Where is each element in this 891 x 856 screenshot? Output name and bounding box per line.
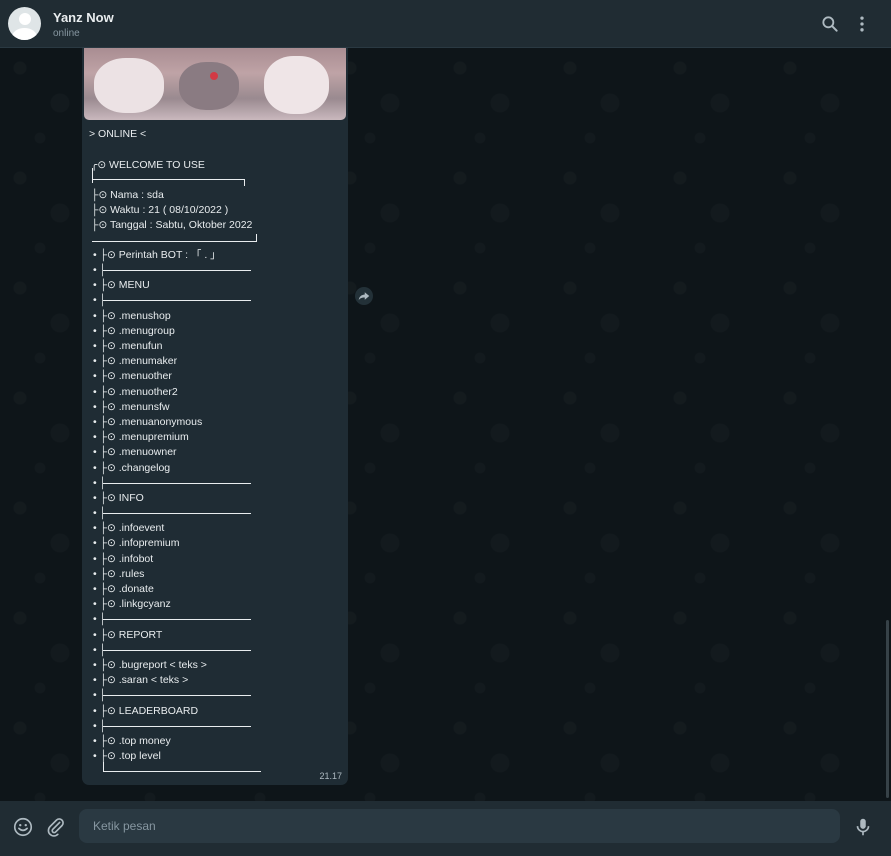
image-shape xyxy=(264,56,329,114)
compose-bar xyxy=(0,801,891,856)
list-item: • ├⊙ .menufun xyxy=(93,340,163,352)
avatar-body xyxy=(12,28,37,40)
list-item: • ├⊙ MENU xyxy=(93,279,150,291)
image-shape xyxy=(94,58,164,113)
message-image[interactable] xyxy=(84,48,346,120)
list-item: • ├⊙ .menuother xyxy=(93,370,172,382)
message-input[interactable] xyxy=(79,809,840,843)
list-item: • ├⊙ .infobot xyxy=(93,553,154,565)
divider xyxy=(92,168,93,183)
divider xyxy=(244,179,245,186)
list-item: • ├⊙ INFO xyxy=(93,492,144,504)
info-line: ├⊙ Tanggal : Sabtu, Oktober 2022 xyxy=(91,219,253,231)
image-shape xyxy=(210,72,218,80)
chat-background[interactable]: > ONLINE < ╭⊙ WELCOME TO USE ├⊙ Nama : s… xyxy=(0,48,891,801)
list-item: • ├⊙ .linkgcyanz xyxy=(93,598,171,610)
divider xyxy=(103,650,251,651)
emoji-icon[interactable] xyxy=(12,816,34,838)
more-vertical-icon[interactable] xyxy=(852,14,872,34)
list-item: • ├⊙ .menuowner xyxy=(93,446,177,458)
info-line: ├⊙ Nama : sda xyxy=(91,189,164,201)
contact-name[interactable]: Yanz Now xyxy=(53,10,114,25)
microphone-icon[interactable] xyxy=(852,815,874,839)
divider xyxy=(103,300,251,301)
list-item: • ├⊙ LEADERBOARD xyxy=(93,705,199,717)
image-shape xyxy=(179,62,239,110)
chat-header: Yanz Now online xyxy=(0,0,891,48)
message-bubble[interactable]: > ONLINE < ╭⊙ WELCOME TO USE ├⊙ Nama : s… xyxy=(82,48,348,785)
divider xyxy=(92,241,257,242)
contact-status: online xyxy=(53,28,80,39)
list-item: • ├⊙ .changelog xyxy=(93,462,171,474)
list-item: • ├⊙ .menumaker xyxy=(93,355,178,367)
divider xyxy=(103,619,251,620)
avatar-head xyxy=(19,13,31,25)
list-item: • ├⊙ .menupremium xyxy=(93,431,189,443)
divider xyxy=(103,771,261,772)
forward-icon xyxy=(358,292,370,301)
avatar[interactable] xyxy=(8,7,41,40)
scrollbar[interactable] xyxy=(886,620,889,798)
divider xyxy=(103,726,251,727)
list-item: • ├⊙ .menugroup xyxy=(93,325,175,337)
list-item: • ├⊙ .menuanonymous xyxy=(93,416,203,428)
divider xyxy=(103,513,251,514)
list-item: • ├⊙ Perintah BOT : 「 . 」 xyxy=(93,249,221,261)
list-item: • ├⊙ .donate xyxy=(93,583,154,595)
list-item: • ├⊙ REPORT xyxy=(93,629,163,641)
message-time: 21.17 xyxy=(319,771,342,781)
divider xyxy=(103,483,251,484)
welcome-line: ╭⊙ WELCOME TO USE xyxy=(91,159,205,171)
list-item: • ├⊙ .saran < teks > xyxy=(93,674,189,686)
list-item: • ├⊙ .rules xyxy=(93,568,145,580)
list-item: • ├⊙ .infoevent xyxy=(93,522,165,534)
list-item: • ├⊙ .top money xyxy=(93,735,171,747)
divider xyxy=(92,179,245,180)
divider xyxy=(103,695,251,696)
list-item: • ├⊙ .menuother2 xyxy=(93,386,178,398)
list-item: • ├⊙ .menushop xyxy=(93,310,171,322)
divider xyxy=(103,270,251,271)
divider xyxy=(103,762,104,771)
paperclip-icon[interactable] xyxy=(45,816,67,838)
divider xyxy=(256,234,257,241)
list-item: • ├⊙ .menunsfw xyxy=(93,401,170,413)
list-item: • ├⊙ .infopremium xyxy=(93,537,180,549)
info-line: ├⊙ Waktu : 21 ( 08/10/2022 ) xyxy=(91,204,229,216)
search-icon[interactable] xyxy=(820,14,840,34)
forward-button[interactable] xyxy=(355,287,373,305)
message-title: > ONLINE < xyxy=(89,128,147,140)
list-item: • ├⊙ .bugreport < teks > xyxy=(93,659,207,671)
